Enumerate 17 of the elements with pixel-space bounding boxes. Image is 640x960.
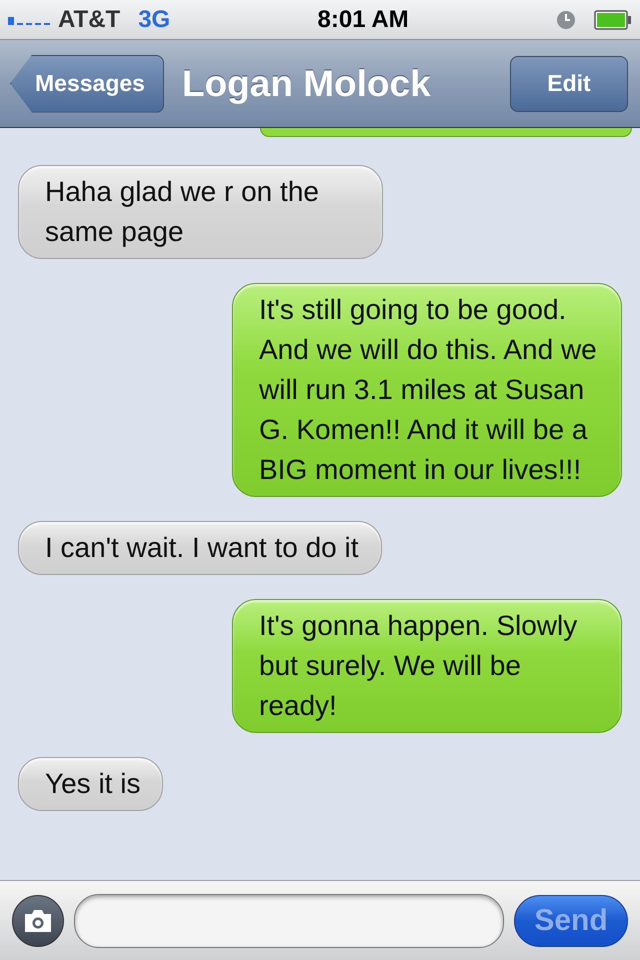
network-type: 3G [138,6,170,34]
edit-button[interactable]: Edit [510,56,628,112]
sent-message: It's gonna happen. Slowly but surely. We will be ready! [232,599,622,733]
message-input[interactable] [74,894,504,948]
contact-name: Logan Molock [180,62,432,104]
camera-icon [23,908,53,932]
back-button[interactable]: Messages [10,54,164,112]
camera-button[interactable] [12,894,64,946]
sent-message: It's still going to be good. And we will do this. And we will run 3.1 miles at Susan G. Komen!! And it will be a BIG moment in our lives!!! [232,283,622,497]
carrier-name: AT&T [58,6,120,34]
clock-icon [556,10,576,30]
signal-icon [8,14,52,24]
received-message: Haha glad we r on the same page [18,165,383,259]
received-message: Yes it is [18,757,164,811]
received-message: I can't wait. I want to do it [18,521,382,575]
status-time: 8:01 AM [318,6,409,34]
battery-icon [594,10,632,30]
